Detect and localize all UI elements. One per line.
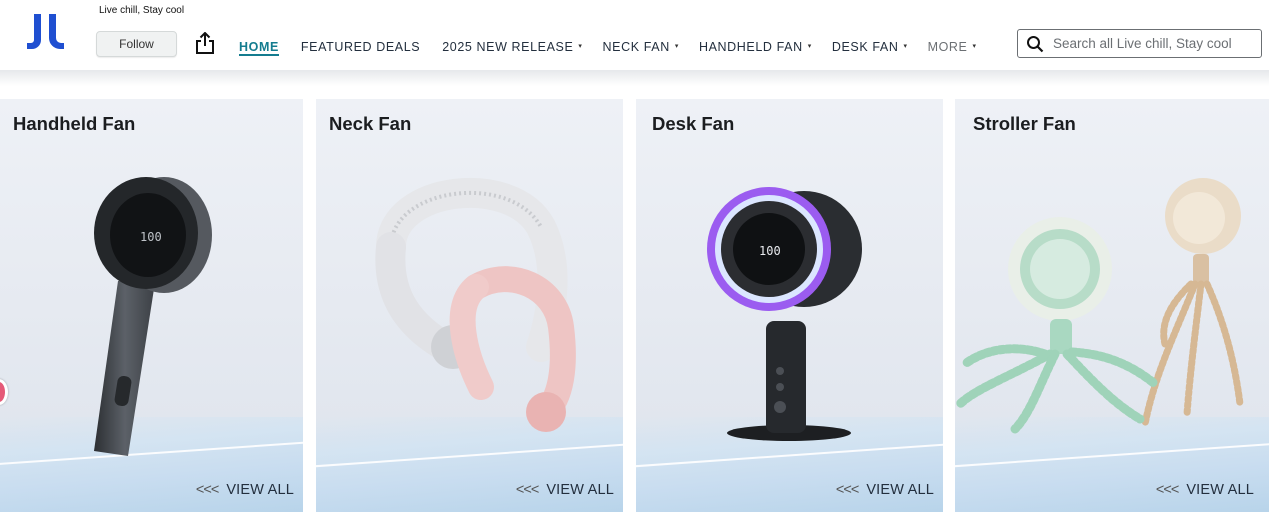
nav-more[interactable]: MORE ▾ <box>928 38 977 56</box>
chevron-down-icon: ▾ <box>674 43 679 50</box>
handheld-fan-image: 100 <box>94 177 212 456</box>
nav-neck-fan-label: NECK FAN <box>602 40 670 54</box>
arrows-left-icon: <<< <box>1155 482 1179 498</box>
nav-featured-deals[interactable]: FEATURED DEALS <box>301 38 420 56</box>
arrows-left-icon: <<< <box>195 482 219 498</box>
nav-neck-fan[interactable]: NECK FAN ▾ <box>603 38 679 56</box>
category-card-desk-fan[interactable]: Desk Fan 100 <<< VIEW ALL <box>636 99 943 512</box>
nav-handheld-fan-label: HANDHELD FAN <box>698 40 803 54</box>
store-search <box>1017 29 1262 58</box>
floor-line <box>316 442 623 468</box>
search-input[interactable] <box>1053 36 1241 51</box>
card-title: Handheld Fan <box>13 113 136 134</box>
nav-desk-fan[interactable]: DESK FAN ▾ <box>832 38 908 56</box>
header-divider <box>0 70 1269 86</box>
store-tagline: Live chill, Stay cool <box>99 5 185 16</box>
store-nav: HOME FEATURED DEALS 2025 NEW RELEASE ▾ N… <box>239 38 977 56</box>
view-all-label: VIEW ALL <box>1186 482 1254 498</box>
share-icon[interactable] <box>195 32 215 54</box>
view-all-label: VIEW ALL <box>546 482 614 498</box>
card-title: Neck Fan <box>329 113 412 134</box>
chevron-down-icon: ▾ <box>578 43 583 50</box>
desk-fan-image: 100 <box>707 187 862 441</box>
stroller-fan-image <box>955 178 1244 434</box>
brand-logo[interactable] <box>26 12 66 50</box>
card-title: Stroller Fan <box>973 113 1076 134</box>
chevron-down-icon: ▾ <box>903 43 908 50</box>
category-card-handheld-fan[interactable]: Handheld Fan 100 <<< VIEW ALL <box>0 99 303 512</box>
store-header: Live chill, Stay cool Follow HOME FEATUR… <box>0 0 1269 72</box>
chevron-down-icon: ▾ <box>972 43 977 50</box>
nav-2025-new-release[interactable]: 2025 NEW RELEASE ▾ <box>442 38 582 56</box>
svg-text:100: 100 <box>140 230 162 244</box>
search-icon[interactable] <box>1026 35 1044 53</box>
view-all-label: VIEW ALL <box>226 482 294 498</box>
card-title: Desk Fan <box>652 113 735 134</box>
view-all-link[interactable]: <<< VIEW ALL <box>836 482 934 498</box>
view-all-link[interactable]: <<< VIEW ALL <box>196 482 294 498</box>
view-all-link[interactable]: <<< VIEW ALL <box>516 482 614 498</box>
nav-featured-deals-label: FEATURED DEALS <box>300 40 421 54</box>
category-card-stroller-fan[interactable]: Stroller Fan <<< VIEW ALL <box>955 99 1269 512</box>
nav-home-label: HOME <box>239 40 279 54</box>
nav-home[interactable]: HOME <box>239 38 279 56</box>
follow-button[interactable]: Follow <box>96 31 177 57</box>
category-card-neck-fan[interactable]: Neck Fan <<< VIEW ALL <box>316 99 623 512</box>
nav-2025-new-release-label: 2025 NEW RELEASE <box>442 40 574 54</box>
nav-handheld-fan[interactable]: HANDHELD FAN ▾ <box>699 38 812 56</box>
nav-desk-fan-label: DESK FAN <box>831 40 899 54</box>
nav-more-label: MORE <box>927 40 968 54</box>
arrows-left-icon: <<< <box>515 482 539 498</box>
view-all-link[interactable]: <<< VIEW ALL <box>1156 482 1254 498</box>
view-all-label: VIEW ALL <box>866 482 934 498</box>
chevron-down-icon: ▾ <box>807 43 812 50</box>
neck-fan-image <box>375 177 576 432</box>
svg-text:100: 100 <box>759 244 781 258</box>
arrows-left-icon: <<< <box>835 482 859 498</box>
